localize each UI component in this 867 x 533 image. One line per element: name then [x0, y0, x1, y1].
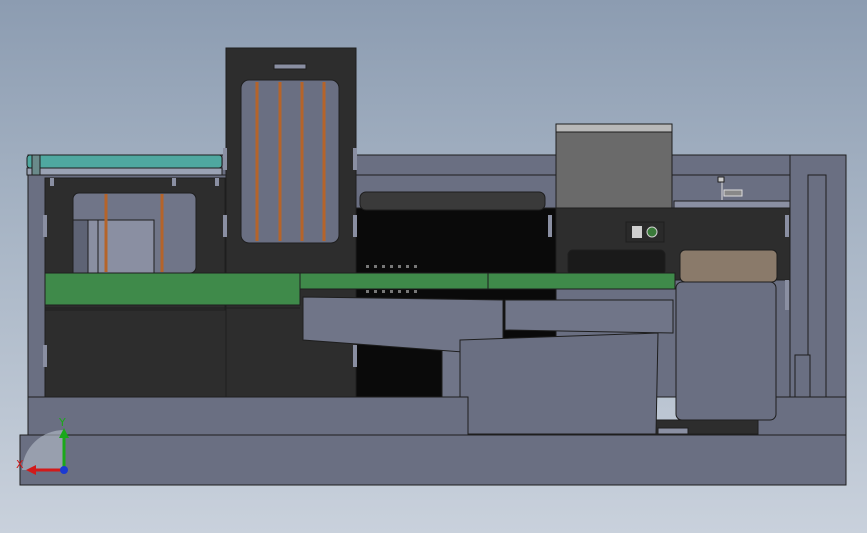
cad-viewport[interactable]: Y X — [0, 0, 867, 533]
y-axis-label: Y — [58, 416, 66, 429]
control-panel — [625, 221, 665, 243]
green-rail-left — [44, 272, 301, 306]
teal-plate — [26, 154, 223, 169]
cavity-top-cover — [359, 191, 546, 211]
green-rail-middle — [299, 272, 489, 290]
tower-top-slot — [273, 63, 307, 70]
green-rail-right — [487, 272, 676, 290]
right-shelf — [673, 200, 791, 209]
base-plate — [19, 434, 847, 486]
x-axis-label: X — [16, 458, 24, 471]
machine-front-view: Y X — [16, 47, 847, 486]
base-step-left — [27, 396, 469, 436]
upper-right-box — [555, 123, 673, 209]
right-lower-window — [675, 281, 777, 421]
lower-wedge — [459, 332, 659, 435]
tan-pad — [679, 249, 778, 283]
inclined-plate-right — [504, 299, 674, 334]
z-axis-dot — [60, 466, 68, 474]
